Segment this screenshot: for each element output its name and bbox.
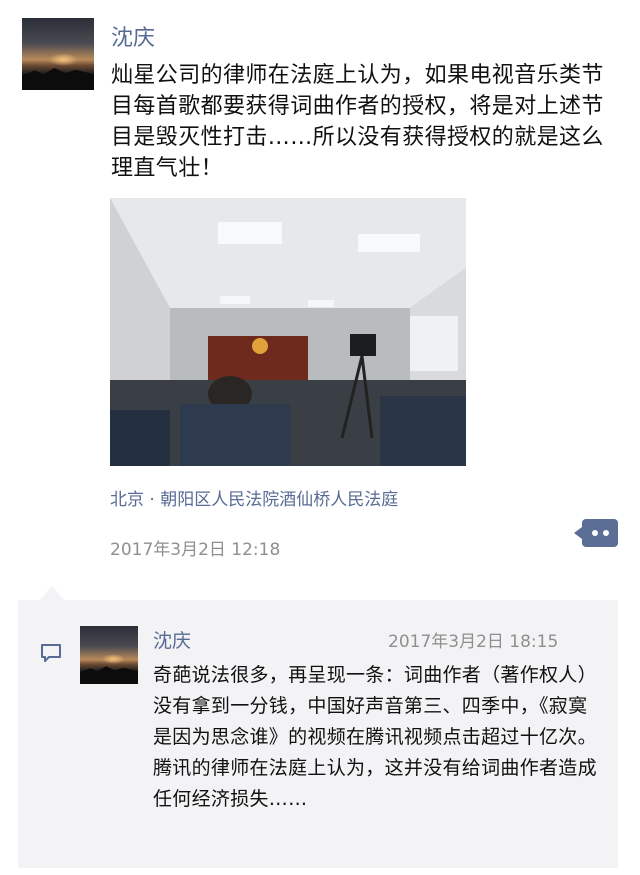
- comment-username[interactable]: 沈庆: [153, 626, 191, 653]
- comment-bubble-icon: [41, 644, 61, 662]
- post-text: 灿星公司的律师在法庭上认为，如果电视音乐类节目每首歌都要获得词曲作者的授权，将是…: [111, 63, 604, 181]
- post-photo[interactable]: [110, 198, 466, 466]
- comment-timestamp: 2017年3月2日 18:15: [388, 632, 559, 652]
- avatar-sunset-glow: [49, 52, 79, 66]
- comment-avatar[interactable]: [80, 626, 138, 684]
- avatar-hill-silhouette: [80, 666, 138, 684]
- more-dots-icon: [592, 530, 598, 536]
- more-options-button[interactable]: [574, 519, 618, 547]
- comment-text: 奇葩说法很多，再呈现一条：词曲作者（著作权人）没有拿到一分钱，中国好声音第三、四…: [153, 664, 597, 810]
- more-dots-icon: [603, 530, 609, 536]
- post-location[interactable]: 北京 · 朝阳区人民法院酒仙桥人民法庭: [110, 485, 398, 510]
- post-username[interactable]: 沈庆: [111, 20, 155, 52]
- avatar-sunset-glow: [102, 653, 126, 665]
- post-timestamp: 2017年3月2日 12:18: [110, 540, 281, 560]
- avatar-hill-silhouette: [22, 67, 94, 90]
- comment-section: 沈庆 2017年3月2日 18:15 奇葩说法很多，再呈现一条：词曲作者（著作权…: [18, 586, 618, 868]
- courtroom-photo: [110, 198, 466, 466]
- avatar[interactable]: [22, 18, 94, 90]
